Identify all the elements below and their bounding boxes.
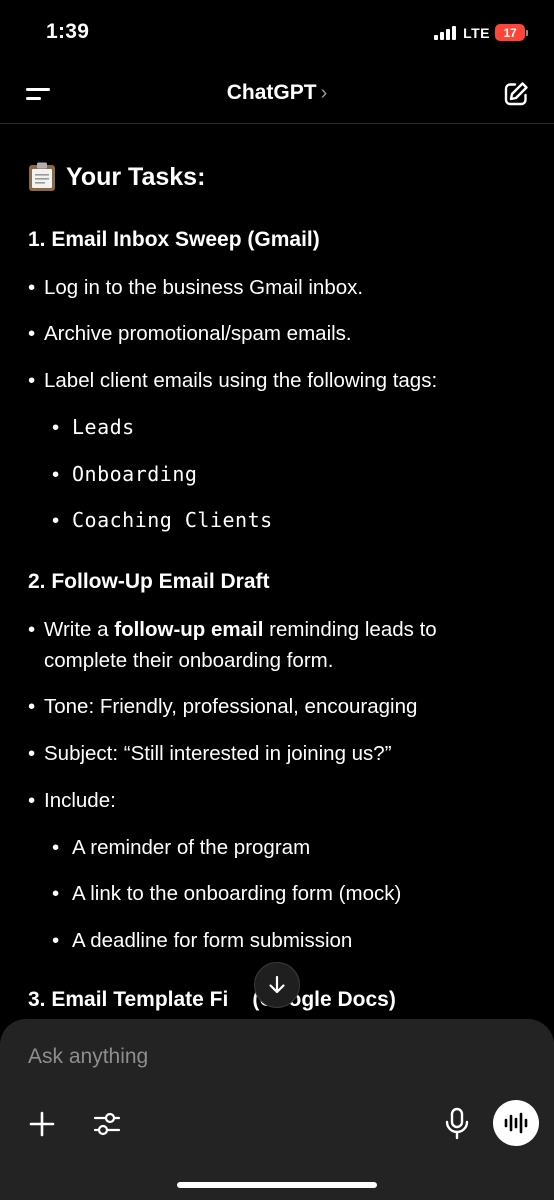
new-chat-icon[interactable] (502, 80, 530, 108)
message-input[interactable] (28, 1045, 508, 1069)
section-title-2: 2. Follow-Up Email Draft (28, 570, 270, 593)
list-item: • Label client emails using the following… (28, 369, 438, 392)
clipboard-icon (29, 162, 55, 191)
tasks-heading: Your Tasks: (28, 162, 205, 192)
list-item: • A deadline for form submission (52, 929, 353, 952)
battery-icon: 17 (495, 24, 528, 41)
sliders-icon[interactable] (92, 1109, 122, 1139)
network-type: LTE (463, 24, 490, 41)
home-indicator (177, 1182, 377, 1188)
section-title-3: 3. Email Template Fi (Google Docs) (28, 988, 396, 1011)
arrow-down-icon (269, 975, 285, 994)
plus-icon[interactable] (27, 1109, 57, 1139)
nav-title: ChatGPT (226, 81, 317, 104)
battery-level: 17 (495, 24, 525, 41)
microphone-icon[interactable] (442, 1107, 472, 1141)
signal-icon (434, 25, 457, 40)
list-item: • A link to the onboarding form (mock) (52, 882, 402, 905)
tag-item: • Coaching Clients (52, 508, 273, 532)
list-item: • Include: (28, 789, 116, 812)
list-item: • Subject: “Still interested in joining u… (28, 742, 392, 765)
list-item: • Log in to the business Gmail inbox. (28, 276, 364, 299)
tasks-heading-text: Your Tasks: (66, 162, 206, 191)
list-item: • Write a follow-up email reminding lead… (28, 618, 437, 672)
model-selector[interactable]: ChatGPT › (0, 81, 554, 105)
nav-bar: ChatGPT › (0, 64, 554, 124)
status-indicators: LTE 17 (434, 24, 528, 41)
voice-waveform-icon (504, 1112, 528, 1134)
screen: 1:39 LTE 17 ChatGPT › Your Tasks: 1. Ema… (0, 0, 554, 1200)
tag-item: • Leads (52, 415, 135, 439)
status-bar: 1:39 LTE 17 (0, 0, 554, 64)
scroll-down-button[interactable] (254, 962, 300, 1008)
emphasis-text: follow-up email (114, 618, 264, 641)
chevron-right-icon: › (320, 82, 328, 104)
composer (0, 1019, 554, 1200)
status-time: 1:39 (46, 20, 90, 43)
list-item: • A reminder of the program (52, 836, 311, 859)
list-item: • Archive promotional/spam emails. (28, 322, 352, 345)
section-title-1: 1. Email Inbox Sweep (Gmail) (28, 228, 320, 251)
tag-item: • Onboarding (52, 462, 198, 486)
voice-mode-button[interactable] (493, 1100, 539, 1146)
list-item: • Tone: Friendly, professional, encouragi… (28, 695, 418, 718)
